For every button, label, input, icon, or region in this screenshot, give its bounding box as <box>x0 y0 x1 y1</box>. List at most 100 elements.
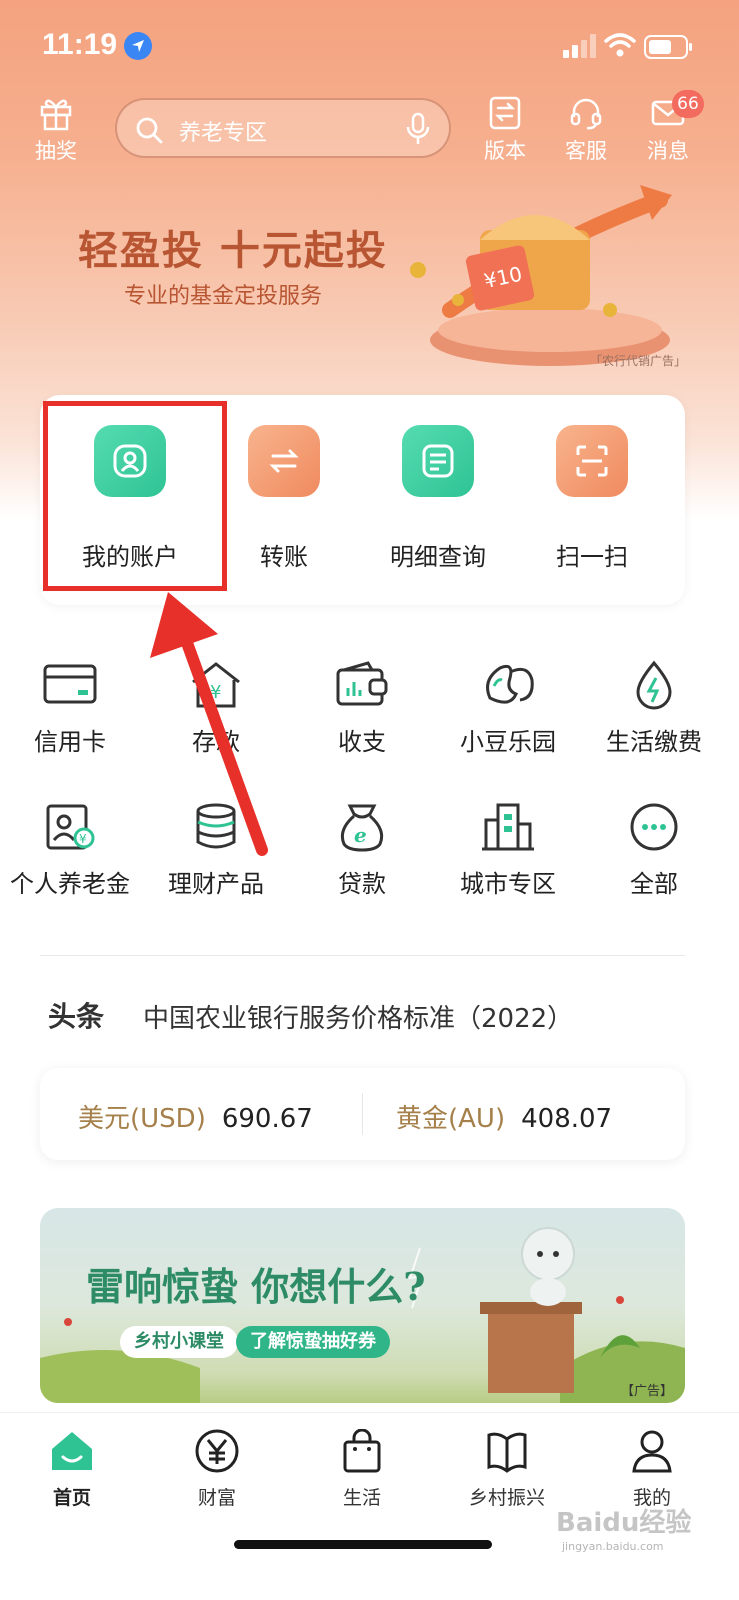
svg-text:e: e <box>354 823 367 847</box>
personal-pension-button[interactable]: ¥ 个人养老金 <box>0 802 140 899</box>
usd-name: 美元(USD) <box>78 1104 206 1134</box>
more-icon <box>630 803 678 851</box>
search-icon <box>136 117 163 144</box>
microphone-icon[interactable] <box>405 112 431 146</box>
shopping-bag-icon <box>343 1429 381 1473</box>
deposit-label: 存款 <box>192 728 240 756</box>
rates-separator <box>362 1093 363 1135</box>
loan-label: 贷款 <box>338 870 386 898</box>
treasure-chest-illustration[interactable]: ¥10 <box>410 180 690 370</box>
utility-payment-button[interactable]: 生活缴费 <box>584 660 724 757</box>
statement-query-label: 明细查询 <box>390 543 486 571</box>
wallet-icon <box>336 661 388 706</box>
banner-title[interactable]: 轻盈投 十元起投 <box>78 218 388 276</box>
battery-icon <box>644 35 692 59</box>
svg-text:¥: ¥ <box>79 832 87 846</box>
status-bar: 11:19 <box>0 0 739 90</box>
svg-text:¥: ¥ <box>210 682 221 703</box>
deposit-button[interactable]: ¥ 存款 <box>146 660 286 757</box>
messages-badge: 66 <box>672 90 704 118</box>
promo-ad-note: 【广告】 <box>620 1384 673 1399</box>
tab-life[interactable]: 生活 <box>302 1429 422 1510</box>
city-zone-label: 城市专区 <box>460 870 556 898</box>
headline-bar[interactable]: 头条 中国农业银行服务价格标准（2022） <box>48 995 573 1035</box>
headset-icon <box>570 98 602 130</box>
home-icon <box>52 1432 92 1470</box>
coins-stack-icon <box>196 803 236 849</box>
scan-label: 扫一扫 <box>556 543 628 571</box>
promo-title: 雷响惊蛰 你想什么? <box>86 1264 426 1309</box>
all-services-label: 全部 <box>630 870 678 898</box>
usd-rate[interactable]: 美元(USD) 690.67 <box>78 1098 313 1135</box>
book-icon <box>487 1432 527 1473</box>
transfer-icon <box>248 425 320 497</box>
bean-icon <box>486 664 534 704</box>
location-icon <box>124 32 152 60</box>
credit-card-button[interactable]: 信用卡 <box>0 660 140 757</box>
version-button[interactable]: 版本 <box>475 95 535 165</box>
transfer-button[interactable]: 转账 <box>214 425 354 572</box>
tab-life-label: 生活 <box>342 1487 381 1509</box>
tab-rural-label: 乡村振兴 <box>468 1487 545 1509</box>
scan-icon <box>556 425 628 497</box>
headline-text[interactable]: 中国农业银行服务价格标准（2022） <box>143 998 573 1035</box>
money-bag-icon: e <box>340 804 384 852</box>
lottery-label: 抽奖 <box>35 139 77 163</box>
usd-value: 690.67 <box>221 1104 313 1134</box>
customer-service-button[interactable]: 客服 <box>556 95 616 165</box>
gift-icon <box>40 99 72 131</box>
personal-pension-label: 个人养老金 <box>10 870 130 898</box>
gold-rate[interactable]: 黄金(AU) 408.07 <box>396 1098 612 1135</box>
income-expense-button[interactable]: 收支 <box>292 660 432 757</box>
promo-cta-button[interactable]: 了解惊蛰抽好券 <box>236 1326 390 1358</box>
city-buildings-icon <box>482 803 534 851</box>
gold-value: 408.07 <box>521 1104 613 1134</box>
credit-card-label: 信用卡 <box>34 728 106 756</box>
yen-icon <box>195 1429 239 1473</box>
deposit-house-icon: ¥ <box>192 662 240 708</box>
messages-label: 消息 <box>647 139 689 163</box>
highlight-box <box>43 401 227 591</box>
wifi-icon <box>604 33 636 57</box>
bean-park-button[interactable]: 小豆乐园 <box>438 660 578 757</box>
lottery-button[interactable]: 抽奖 <box>26 95 86 165</box>
wealth-products-label: 理财产品 <box>168 870 264 898</box>
tab-home[interactable]: 首页 <box>12 1429 132 1510</box>
watermark: Baidu经验 <box>556 1508 692 1538</box>
loan-button[interactable]: e 贷款 <box>292 802 432 899</box>
status-time: 11:19 <box>42 28 118 61</box>
tab-mine[interactable]: 我的 <box>592 1429 712 1510</box>
all-services-button[interactable]: 全部 <box>584 802 724 899</box>
banner-subtitle: 专业的基金定投服务 <box>124 284 323 309</box>
document-icon <box>402 425 474 497</box>
search-bar[interactable]: 养老专区 <box>115 98 451 158</box>
scan-button[interactable]: 扫一扫 <box>522 425 662 572</box>
search-placeholder: 养老专区 <box>179 121 268 146</box>
section-divider <box>40 955 685 956</box>
tab-wealth-label: 财富 <box>197 1487 236 1509</box>
tab-home-label: 首页 <box>52 1487 91 1509</box>
watermark-url: jingyan.baidu.com <box>562 1540 664 1553</box>
headline-tag: 头条 <box>48 1000 105 1033</box>
income-expense-label: 收支 <box>338 728 386 756</box>
transfer-label: 转账 <box>260 543 308 571</box>
pension-icon: ¥ <box>46 804 95 850</box>
utility-drop-icon <box>636 660 672 710</box>
service-label: 客服 <box>565 139 607 163</box>
profile-icon <box>632 1430 672 1473</box>
home-indicator <box>234 1540 492 1549</box>
promo-banner[interactable]: 雷响惊蛰 你想什么? 乡村小课堂 了解惊蛰抽好券 【广告】 <box>40 1208 685 1403</box>
wealth-products-button[interactable]: 理财产品 <box>146 802 286 899</box>
city-zone-button[interactable]: 城市专区 <box>438 802 578 899</box>
credit-card-icon <box>43 664 97 704</box>
gold-name: 黄金(AU) <box>396 1104 506 1134</box>
tab-rural[interactable]: 乡村振兴 <box>447 1429 567 1510</box>
promo-tag-classroom: 乡村小课堂 <box>120 1326 238 1358</box>
rates-card[interactable]: 美元(USD) 690.67 黄金(AU) 408.07 <box>40 1068 685 1160</box>
banner-ad-note: 「农行代销广告」 <box>590 354 687 368</box>
signal-icon <box>563 34 596 58</box>
tab-wealth[interactable]: 财富 <box>157 1429 277 1510</box>
version-icon <box>489 96 521 130</box>
statement-query-button[interactable]: 明细查询 <box>368 425 508 572</box>
version-label: 版本 <box>484 139 526 163</box>
